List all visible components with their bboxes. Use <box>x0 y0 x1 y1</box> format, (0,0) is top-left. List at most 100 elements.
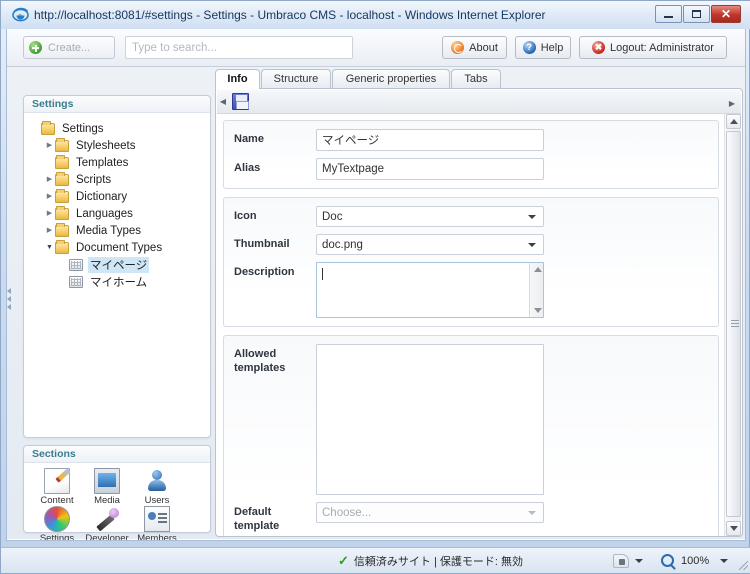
chevron-down-icon <box>528 243 536 247</box>
chevron-right-icon[interactable]: ▶ <box>44 210 55 217</box>
developer-icon <box>94 506 120 532</box>
thumbnail-select[interactable]: doc.png <box>316 234 544 255</box>
sidebar-splitter-handle[interactable] <box>7 282 13 316</box>
editor-panel: ◀ ▶ Name Alias <box>215 88 743 537</box>
section-item-label: Members <box>137 533 177 541</box>
window-title: http://localhost:8081/#settings - Settin… <box>34 8 546 22</box>
search-input[interactable] <box>125 36 353 59</box>
tree-node[interactable]: ▶ Media Types <box>24 222 210 239</box>
field-row-thumbnail: Thumbnail doc.png <box>234 234 708 255</box>
section-item-settings[interactable]: Settings <box>32 506 82 541</box>
section-item-content[interactable]: Content <box>32 468 82 506</box>
tree-node[interactable]: Templates <box>24 154 210 171</box>
tree-node[interactable]: マイページ <box>24 256 210 273</box>
resize-grip-icon[interactable] <box>739 561 748 570</box>
name-input[interactable] <box>316 129 544 151</box>
members-icon <box>144 506 170 532</box>
editor-scrollbar[interactable] <box>724 114 741 536</box>
save-icon[interactable] <box>232 93 249 110</box>
section-item-users[interactable]: Users <box>132 468 182 506</box>
scroll-down-icon[interactable] <box>534 308 542 313</box>
sections-grid: Content Media Users Settings Developer Member… <box>24 464 210 540</box>
scrollbar-thumb[interactable] <box>726 131 741 517</box>
zoom-magnifier-icon[interactable] <box>661 554 674 567</box>
tree-node[interactable]: Settings <box>24 120 210 137</box>
scroll-right-arrow-icon[interactable]: ▶ <box>729 99 735 108</box>
section-item-members[interactable]: Members <box>132 506 182 541</box>
security-zone-text: 信頼済みサイト | 保護モード: 無効 <box>353 555 523 568</box>
chevron-down-icon[interactable]: ▼ <box>44 244 55 251</box>
status-bar: ✓ 信頼済みサイト | 保護モード: 無効 100% <box>1 547 750 573</box>
tab-info[interactable]: Info <box>215 69 260 89</box>
security-chevron-down-icon[interactable] <box>635 559 643 563</box>
scrollbar-grip-icon <box>731 320 739 327</box>
default-template-select[interactable]: Choose... <box>316 502 544 523</box>
chevron-down-icon <box>528 511 536 515</box>
zoom-chevron-down-icon[interactable] <box>720 559 728 563</box>
create-button[interactable]: Create... <box>23 36 115 59</box>
field-row-name: Name <box>234 129 708 151</box>
section-item-developer[interactable]: Developer <box>82 506 132 541</box>
field-row-default-template: Default template Choose... <box>234 502 708 533</box>
allowed-templates-label: Allowed templates <box>234 348 286 374</box>
section-item-label: Settings <box>39 533 75 541</box>
allowed-templates-listbox[interactable] <box>316 344 544 495</box>
left-column: Settings Settings ▶ Stylesheets Templates ▶ S… <box>7 67 212 540</box>
tree-node-label: Stylesheets <box>76 139 136 152</box>
field-row-description: Description <box>234 262 708 318</box>
plus-icon <box>29 41 42 54</box>
tree-node[interactable]: ▶ Dictionary <box>24 188 210 205</box>
tree-node[interactable]: ▶ Stylesheets <box>24 137 210 154</box>
logout-icon: ✖ <box>592 41 606 54</box>
scroll-left-arrow-icon[interactable]: ◀ <box>217 97 229 106</box>
umbraco-app: Create... About ? Help ✖ Logout: Adminis… <box>7 29 745 540</box>
field-row-icon: Icon Doc <box>234 206 708 227</box>
chevron-right-icon[interactable]: ▶ <box>44 227 55 234</box>
description-textarea[interactable] <box>316 262 544 318</box>
close-button[interactable]: ✕ <box>711 5 741 23</box>
alias-input[interactable] <box>316 158 544 180</box>
folder-icon <box>55 171 69 186</box>
about-button-label: About <box>469 41 498 54</box>
help-icon: ? <box>522 41 536 54</box>
tree-node-label: Dictionary <box>76 190 128 203</box>
tree-node-label: Languages <box>76 207 133 220</box>
help-button-label: Help <box>540 41 564 54</box>
folder-icon <box>55 154 69 169</box>
alias-label: Alias <box>234 162 261 174</box>
section-item-label: Content <box>40 495 74 506</box>
tree-node[interactable]: ▶ Scripts <box>24 171 210 188</box>
scrollbar-down-button[interactable] <box>726 521 741 536</box>
icon-select[interactable]: Doc <box>316 206 544 227</box>
sections-row: Settings Developer Members <box>32 506 210 541</box>
folder-icon <box>55 205 69 220</box>
tab-tabs[interactable]: Tabs <box>451 69 501 89</box>
tab-generic-properties[interactable]: Generic properties <box>332 69 450 89</box>
scroll-up-icon[interactable] <box>534 267 542 272</box>
security-lock-icon[interactable] <box>613 553 629 568</box>
settings-tree[interactable]: Settings ▶ Stylesheets Templates ▶ Scripts ▶ Di… <box>24 114 210 438</box>
description-scrollbar[interactable] <box>529 263 543 317</box>
tree-node[interactable]: ▼ Document Types <box>24 239 210 256</box>
tree-node[interactable]: ▶ Languages <box>24 205 210 222</box>
create-button-label: Create... <box>48 41 91 54</box>
section-item-media[interactable]: Media <box>82 468 132 506</box>
tab-structure[interactable]: Structure <box>261 69 331 89</box>
logout-button[interactable]: ✖ Logout: Administrator <box>579 36 727 59</box>
editor-form: Name Alias Icon <box>217 114 725 536</box>
fieldset-appearance: Icon Doc Thumbnail doc.png Description <box>223 197 719 327</box>
about-button[interactable]: About <box>442 36 507 59</box>
tree-panel-header: Settings <box>24 96 210 113</box>
chevron-right-icon[interactable]: ▶ <box>44 176 55 183</box>
chevron-right-icon[interactable]: ▶ <box>44 142 55 149</box>
fieldset-identity: Name Alias <box>223 120 719 189</box>
scrollbar-up-button[interactable] <box>726 114 741 129</box>
section-item-label: Developer <box>85 533 129 541</box>
tree-node-label: マイページ <box>88 256 150 273</box>
help-button[interactable]: ? Help <box>515 36 571 59</box>
minimize-button[interactable] <box>655 5 682 23</box>
tree-node-label: Settings <box>62 122 104 135</box>
tree-node[interactable]: マイホーム <box>24 273 210 290</box>
chevron-right-icon[interactable]: ▶ <box>44 193 55 200</box>
maximize-button[interactable] <box>683 5 710 23</box>
